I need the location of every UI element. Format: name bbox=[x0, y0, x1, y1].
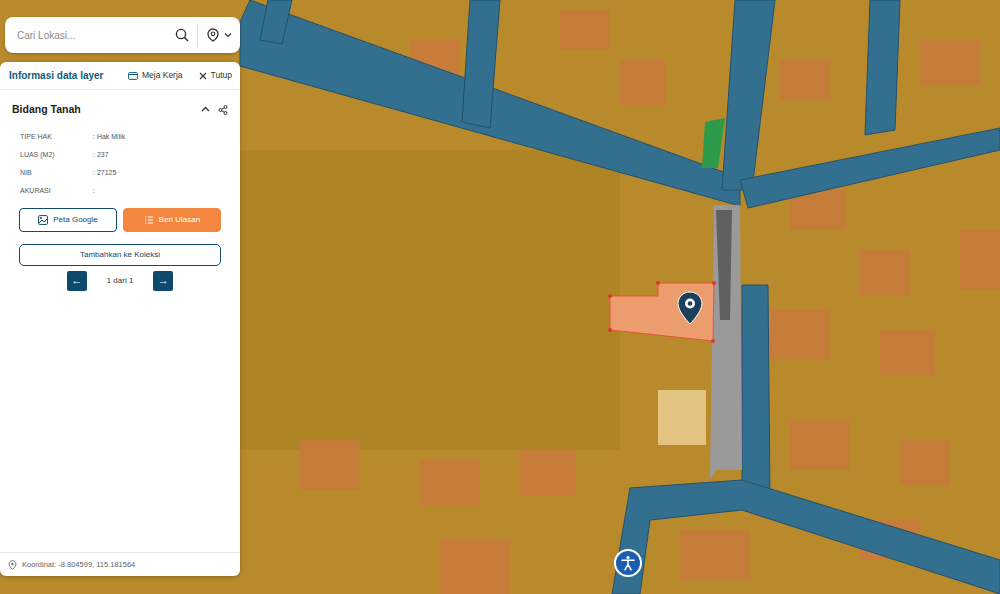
google-map-button[interactable]: Peta Google bbox=[19, 208, 117, 232]
field-value: : 237 bbox=[93, 150, 109, 161]
field-label: NIB bbox=[20, 168, 93, 179]
location-icon bbox=[8, 560, 17, 570]
search-icon[interactable] bbox=[175, 28, 189, 42]
coordinates-text: Koordinat: -8.804599, 115.181564 bbox=[22, 559, 135, 570]
action-buttons: Peta Google Beri Ulasan bbox=[0, 200, 240, 232]
layer-title: Bidang Tanah bbox=[12, 102, 81, 118]
chevron-down-icon bbox=[224, 31, 232, 39]
review-button[interactable]: Beri Ulasan bbox=[123, 208, 221, 232]
field-row: LUAS (M2): 237 bbox=[0, 146, 240, 164]
field-row: AKURASI: bbox=[0, 182, 240, 200]
location-pin-icon[interactable] bbox=[677, 291, 703, 325]
info-panel: Informasi data layer Meja Kerja Tutup Bid… bbox=[0, 62, 240, 576]
accessibility-icon bbox=[620, 555, 636, 571]
folder-icon bbox=[128, 71, 138, 80]
close-icon bbox=[199, 72, 207, 80]
field-label: LUAS (M2) bbox=[20, 150, 93, 161]
panel-header: Informasi data layer Meja Kerja Tutup bbox=[0, 62, 240, 90]
panel-actions: Meja Kerja Tutup bbox=[128, 69, 232, 82]
field-label: AKURASI bbox=[20, 186, 93, 197]
page-label: 1 dari 1 bbox=[107, 275, 134, 287]
action-label: Meja Kerja bbox=[142, 69, 183, 82]
field-value: : bbox=[93, 186, 95, 197]
panel-title: Informasi data layer bbox=[9, 68, 103, 83]
field-label: TIPE HAK bbox=[20, 132, 93, 143]
layer-header[interactable]: Bidang Tanah bbox=[0, 90, 240, 128]
share-icon[interactable] bbox=[218, 105, 228, 115]
close-button[interactable]: Tutup bbox=[199, 69, 232, 82]
pager: ← 1 dari 1 → bbox=[0, 266, 240, 291]
field-row: NIB: 27125 bbox=[0, 164, 240, 182]
button-label: Peta Google bbox=[53, 215, 97, 225]
add-to-collection-button[interactable]: Tambahkan ke Koleksi bbox=[19, 244, 221, 266]
status-bar: Koordinat: -8.804599, 115.181564 bbox=[0, 552, 240, 576]
field-value: : Hak Milik bbox=[93, 132, 125, 143]
workspace-button[interactable]: Meja Kerja bbox=[128, 69, 183, 82]
location-mode-button[interactable] bbox=[198, 28, 240, 42]
divider bbox=[197, 23, 198, 47]
field-row: TIPE HAK: Hak Milik bbox=[0, 128, 240, 146]
next-button[interactable]: → bbox=[153, 271, 173, 291]
chevron-icon[interactable] bbox=[201, 105, 210, 114]
accessibility-button[interactable] bbox=[614, 549, 642, 577]
prev-button[interactable]: ← bbox=[67, 271, 87, 291]
button-label: Beri Ulasan bbox=[159, 215, 200, 225]
field-list: TIPE HAK: Hak MilikLUAS (M2): 237NIB: 27… bbox=[0, 128, 240, 200]
location-search-icon bbox=[206, 28, 220, 42]
search-bar bbox=[5, 17, 240, 53]
map-view[interactable]: Informasi data layer Meja Kerja Tutup Bid… bbox=[0, 0, 1000, 594]
action-label: Tutup bbox=[211, 69, 232, 82]
image-icon bbox=[38, 215, 48, 225]
field-value: : 27125 bbox=[93, 168, 116, 179]
search-input[interactable] bbox=[5, 28, 167, 43]
list-icon bbox=[144, 215, 154, 225]
